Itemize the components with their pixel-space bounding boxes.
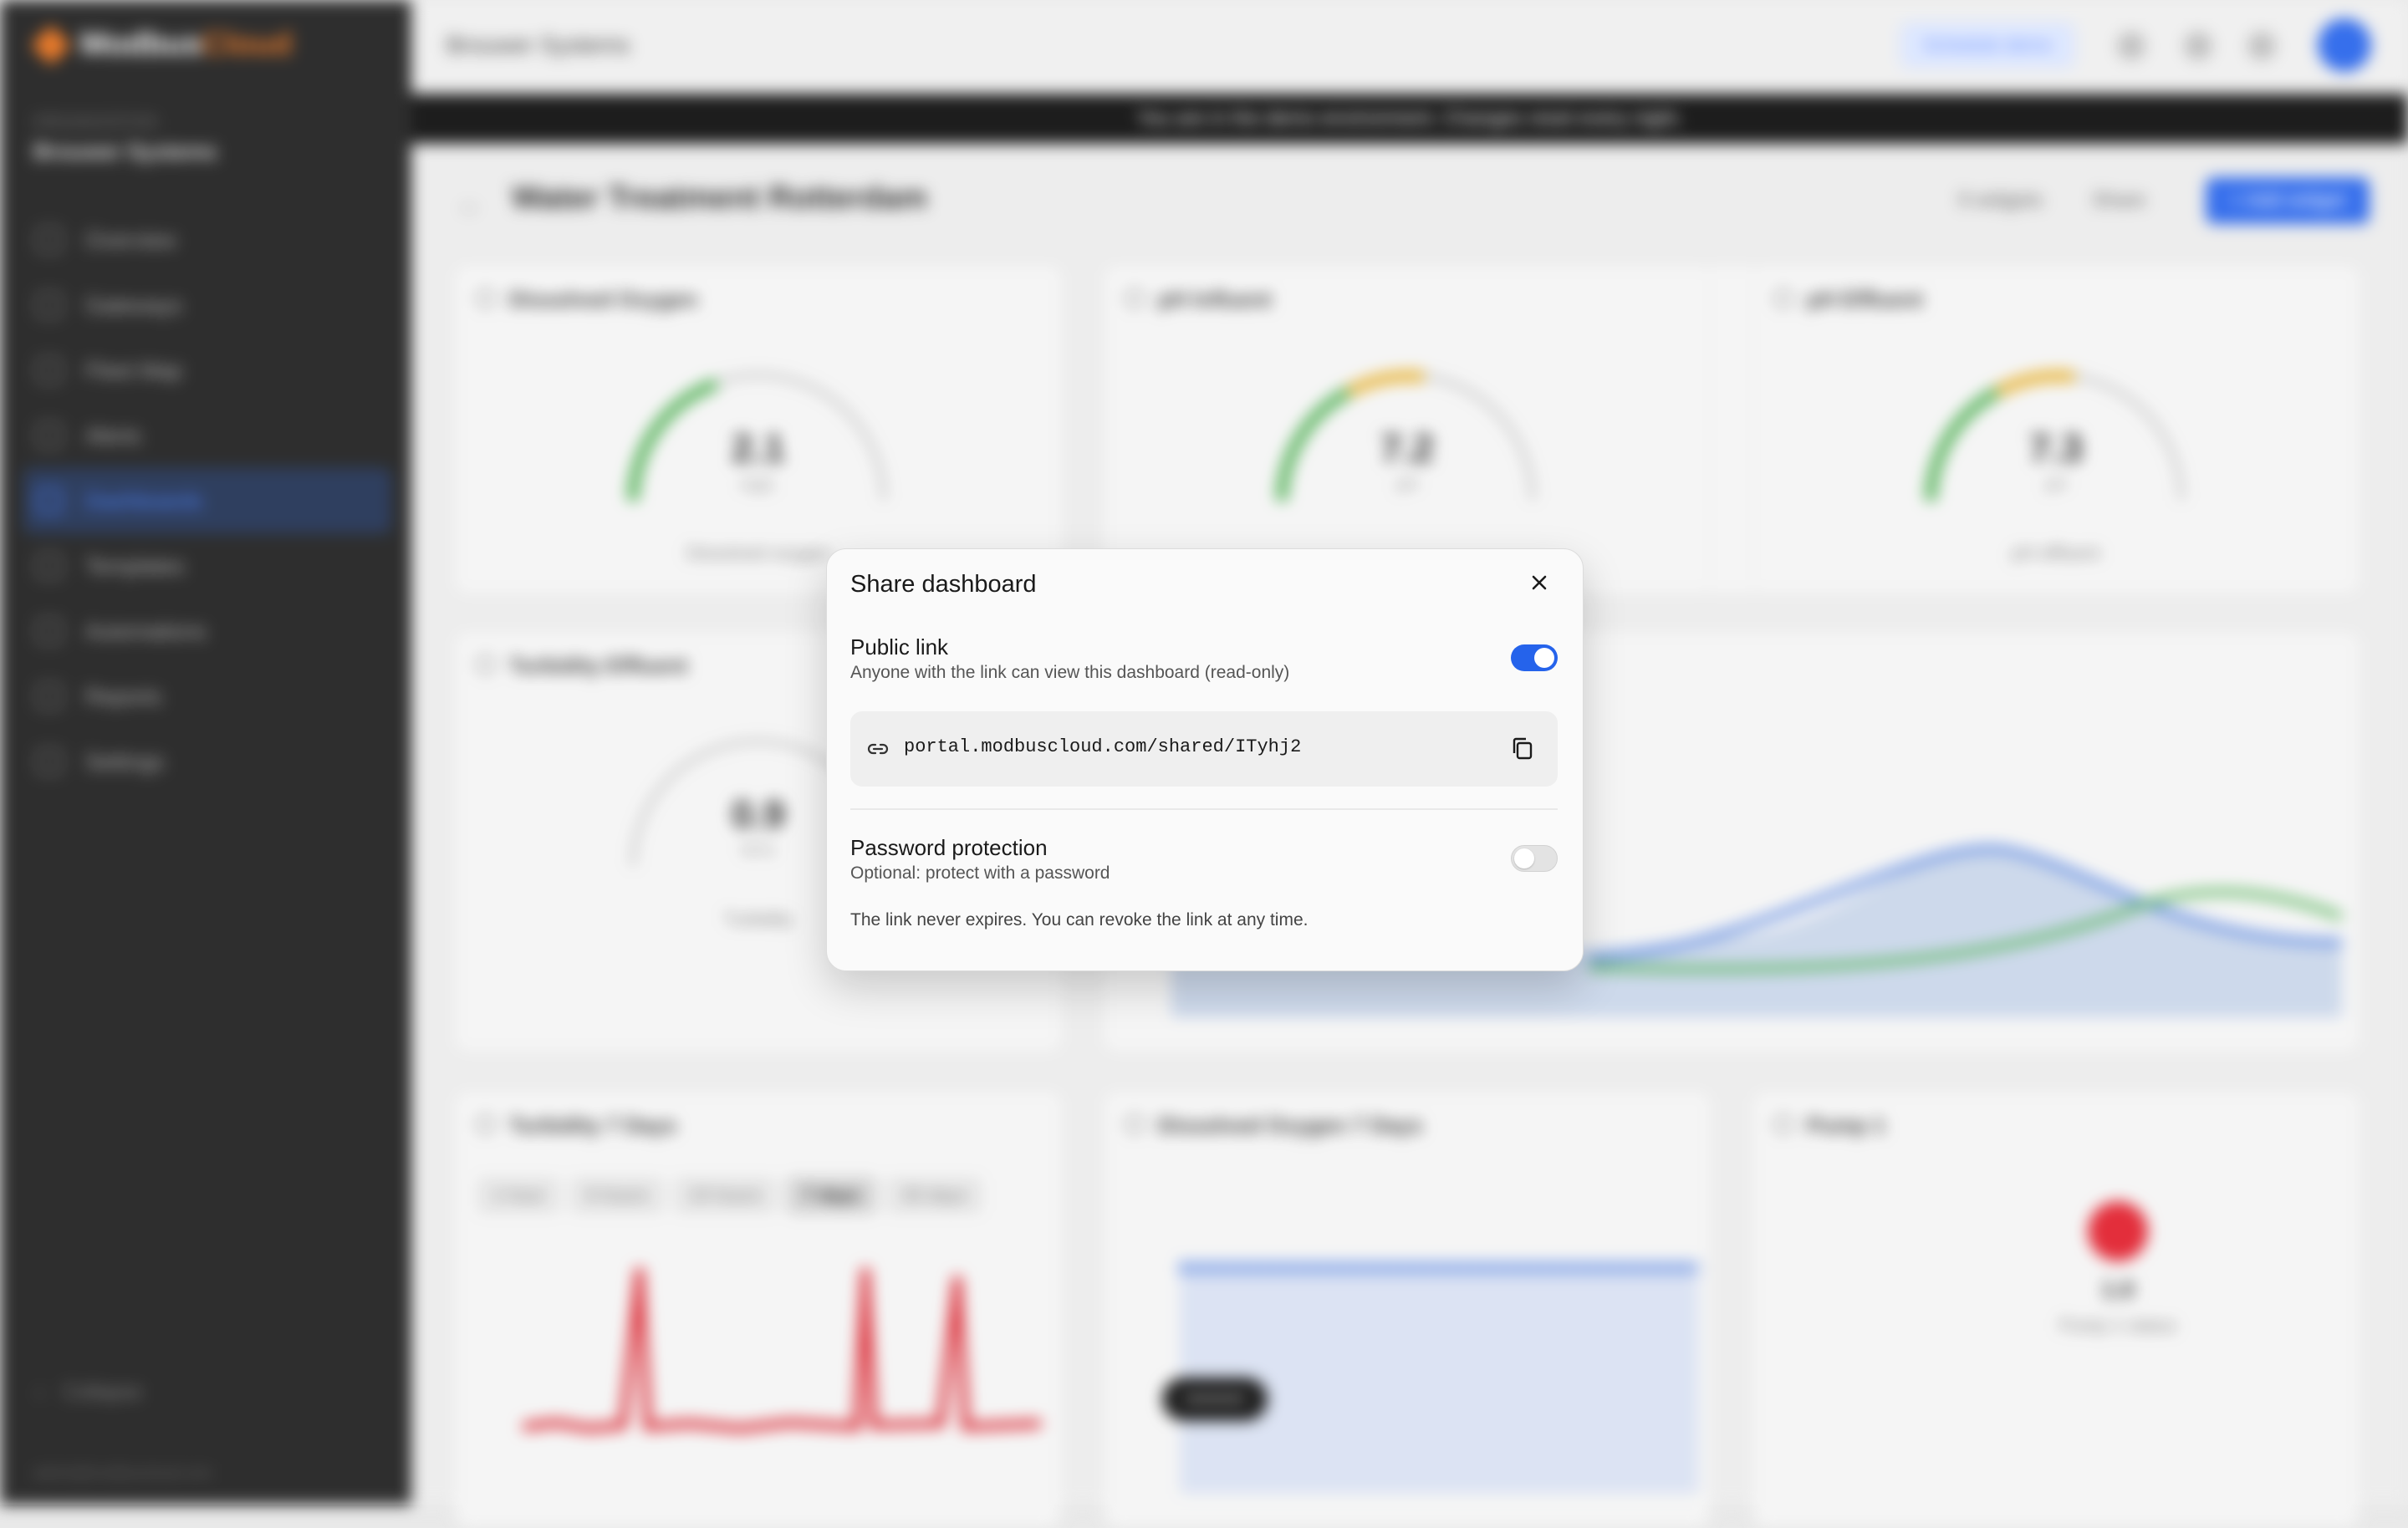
public-link-description: Anyone with the link can view this dashb… xyxy=(850,663,1290,682)
copy-button[interactable] xyxy=(1508,733,1538,767)
close-icon xyxy=(1532,575,1547,590)
toggle-knob xyxy=(1534,648,1554,668)
divider xyxy=(850,808,1558,810)
share-url-field[interactable]: portal.modbuscloud.com/shared/ITyhj2 xyxy=(850,711,1558,787)
link-icon xyxy=(867,743,889,755)
close-button[interactable] xyxy=(1523,566,1556,599)
modal-title: Share dashboard xyxy=(850,571,1037,598)
password-protection-toggle[interactable] xyxy=(1511,845,1558,872)
copy-icon xyxy=(1513,737,1533,760)
expiry-note: The link never expires. You can revoke t… xyxy=(850,910,1309,930)
password-protection-description: Optional: protect with a password xyxy=(850,863,1110,883)
share-url[interactable]: portal.modbuscloud.com/shared/ITyhj2 xyxy=(904,736,1301,757)
password-protection-title: Password protection xyxy=(850,835,1048,860)
public-link-toggle[interactable] xyxy=(1511,644,1558,671)
share-dashboard-modal: Share dashboard Public link Anyone with … xyxy=(826,548,1584,971)
public-link-title: Public link xyxy=(850,634,949,660)
toggle-knob xyxy=(1514,848,1534,868)
